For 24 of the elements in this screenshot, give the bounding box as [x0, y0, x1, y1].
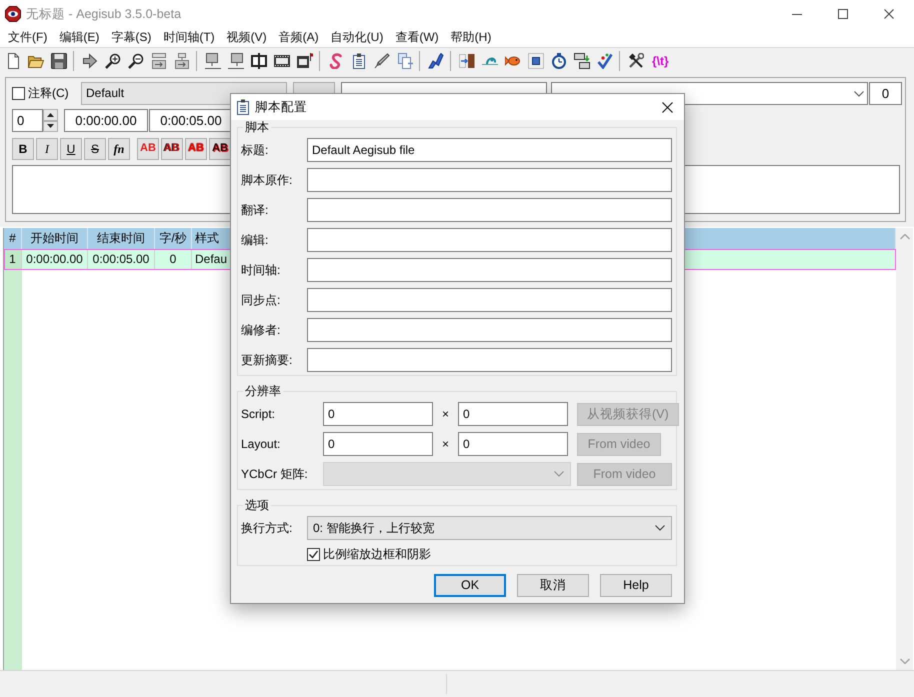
- field-label: YCbCr 矩阵:: [241, 466, 309, 482]
- field-label: 翻译:: [241, 202, 270, 218]
- count-field: 0: [869, 82, 902, 105]
- table-cell: 0:00:00.00: [22, 249, 88, 270]
- dimension-separator: ×: [440, 406, 450, 422]
- field-label: 更新摘要:: [241, 352, 294, 368]
- table-cell: 0: [155, 249, 192, 270]
- group-title: 脚本: [243, 120, 271, 134]
- window-title: 无标题 - Aegisub 3.5.0-beta: [26, 6, 182, 22]
- field-label: 编辑:: [241, 232, 270, 248]
- group-title: 选项: [243, 498, 271, 512]
- row-number-cell: 1: [4, 249, 22, 270]
- dimension-separator: ×: [440, 436, 450, 452]
- field-label: Script:: [241, 406, 276, 422]
- field-label: Layout:: [241, 436, 282, 452]
- field-label: 换行方式:: [241, 520, 294, 536]
- checkbox-label: 比例缩放边框和阴影: [323, 546, 431, 562]
- group-title: 分辨率: [243, 384, 283, 398]
- checkbox-label: 注释(C): [28, 86, 69, 101]
- field-label: 同步点:: [241, 292, 282, 308]
- field-label: 脚本原作:: [241, 172, 294, 188]
- table-cell: 0:00:05.00: [88, 249, 155, 270]
- field-label: 标题:: [241, 142, 270, 158]
- field-label: 编修者:: [241, 322, 282, 338]
